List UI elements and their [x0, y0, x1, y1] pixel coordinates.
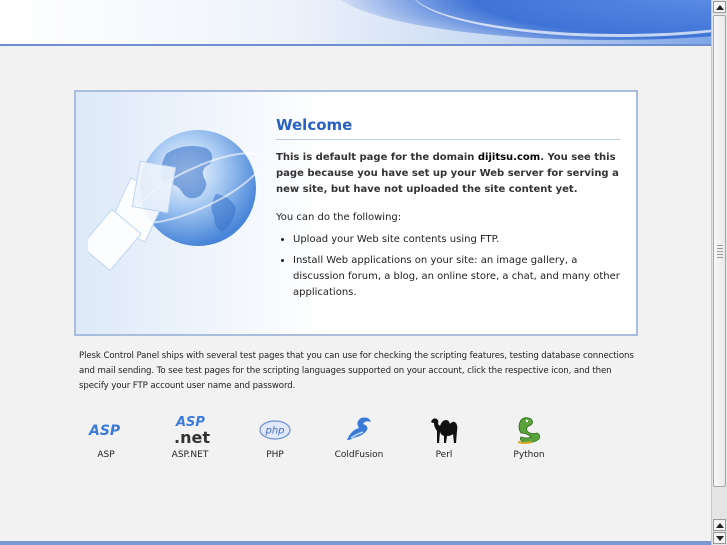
intro-text-start: This is default page for the domain [276, 152, 478, 163]
tech-link-asp[interactable]: ASP ASP [71, 413, 141, 460]
tech-link-perl[interactable]: Perl [409, 413, 479, 460]
tech-label: Python [513, 450, 545, 460]
tech-link-aspnet[interactable]: ASP .net ASP.NET [155, 413, 225, 460]
tech-label: ASP [97, 450, 115, 460]
php-logo-text: php [264, 426, 284, 437]
arrow-up-icon [715, 4, 724, 10]
tech-link-python[interactable]: Python [494, 413, 564, 460]
welcome-options-list: Upload your Web site contents using FTP.… [276, 232, 620, 301]
globe-illustration [88, 130, 258, 272]
welcome-title: Welcome [276, 116, 620, 140]
welcome-content: Welcome This is default page for the dom… [276, 116, 620, 306]
tech-label: ASP.NET [171, 450, 209, 460]
vertical-scrollbar[interactable] [711, 0, 727, 545]
php-icon: php [240, 413, 310, 447]
asp-logo-text: ASP [88, 423, 121, 439]
grip-icon [717, 244, 723, 258]
header-banner [0, 0, 711, 46]
arrow-down-icon [715, 535, 724, 541]
asp-icon: ASP [71, 413, 141, 447]
welcome-lead: You can do the following: [276, 212, 402, 223]
perl-camel-icon [409, 413, 479, 447]
test-pages-description: Plesk Control Panel ships with several t… [79, 351, 634, 391]
tech-label: ColdFusion [334, 450, 384, 460]
tech-label: PHP [266, 450, 284, 460]
welcome-panel: Welcome This is default page for the dom… [74, 90, 638, 336]
arrow-up-icon [715, 522, 724, 528]
scroll-thumb[interactable] [713, 15, 726, 487]
python-snake-icon [494, 413, 564, 447]
tech-label: Perl [435, 450, 453, 460]
tech-link-php[interactable]: php PHP [240, 413, 310, 460]
aspnet-logo-bottom: .net [174, 428, 210, 447]
tech-link-coldfusion[interactable]: ColdFusion [324, 413, 394, 460]
scroll-up-button[interactable] [713, 1, 726, 13]
aspnet-icon: ASP .net [155, 413, 225, 447]
welcome-intro: This is default page for the domain diji… [276, 150, 620, 198]
list-item: Upload your Web site contents using FTP. [293, 232, 620, 248]
list-item: Install Web applications on your site: a… [293, 253, 620, 301]
coldfusion-icon [324, 413, 394, 447]
domain-name: dijitsu.com [477, 152, 541, 163]
scroll-up-button-bottom[interactable] [713, 519, 726, 531]
footer-bar [0, 541, 711, 545]
banner-swoosh-highlight [410, 0, 711, 37]
scroll-down-button[interactable] [713, 532, 726, 544]
